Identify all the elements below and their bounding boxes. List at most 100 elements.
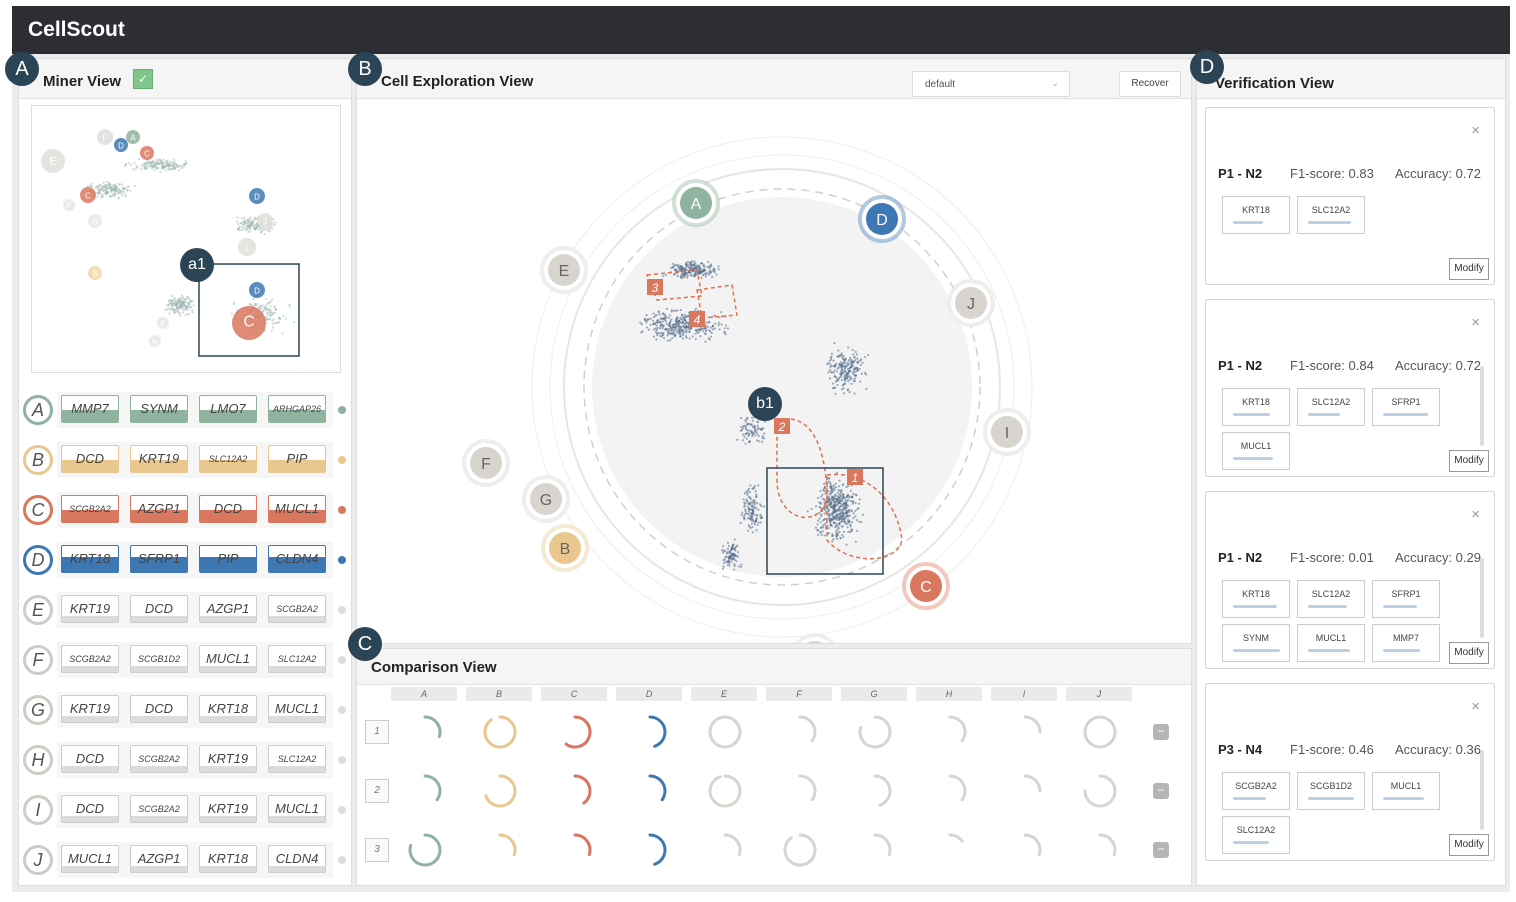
gene-chip[interactable]: SLC12A2: [1297, 388, 1365, 426]
mini-cluster-node[interactable]: H: [149, 335, 161, 347]
gene-chip[interactable]: AZGP1: [130, 845, 188, 873]
gene-chip[interactable]: MMP7: [61, 395, 119, 423]
cluster-label-g[interactable]: G: [23, 695, 53, 725]
gene-chip[interactable]: KRT19: [199, 795, 257, 823]
gene-chip[interactable]: DCD: [130, 595, 188, 623]
gene-chip[interactable]: MUCL1: [268, 795, 326, 823]
region-tag-3[interactable]: 3: [647, 279, 663, 295]
cluster-label-d[interactable]: D: [23, 545, 53, 575]
gene-chip[interactable]: KRT18: [1222, 580, 1290, 618]
mini-cluster-node[interactable]: I: [238, 238, 256, 256]
gene-chip[interactable]: PIP: [268, 445, 326, 473]
cluster-node-c[interactable]: C: [902, 562, 950, 610]
mini-cluster-node[interactable]: B: [88, 266, 102, 280]
gene-chip[interactable]: DCD: [61, 445, 119, 473]
cluster-label-e[interactable]: E: [23, 595, 53, 625]
mini-cluster-node[interactable]: F: [157, 317, 169, 329]
close-icon[interactable]: ×: [1471, 314, 1480, 331]
mini-cluster-node[interactable]: D: [114, 138, 128, 152]
gene-chip[interactable]: KRT18: [1222, 388, 1290, 426]
gene-chip[interactable]: SYNM: [1222, 624, 1290, 662]
gene-chip[interactable]: KRT19: [61, 595, 119, 623]
region-tag-4[interactable]: 4: [689, 311, 705, 327]
gene-chip[interactable]: SFRP1: [1372, 580, 1440, 618]
gene-chip[interactable]: DCD: [61, 795, 119, 823]
gene-chip[interactable]: LMO7: [199, 395, 257, 423]
mini-cluster-node[interactable]: J: [257, 213, 273, 229]
verification-card[interactable]: × P1 - N2 F1-score: 0.84 Accuracy: 0.72 Modi…: [1205, 299, 1495, 477]
cluster-label-b[interactable]: B: [23, 445, 53, 475]
mini-cluster-node[interactable]: A: [126, 130, 140, 144]
gene-chip[interactable]: AZGP1: [130, 495, 188, 523]
mini-cluster-node[interactable]: D: [249, 188, 265, 204]
modify-button[interactable]: Modify: [1449, 642, 1489, 664]
gene-chip[interactable]: DCD: [199, 495, 257, 523]
gene-chip[interactable]: KRT18: [61, 545, 119, 573]
cluster-label-h[interactable]: H: [23, 745, 53, 775]
close-icon[interactable]: ×: [1471, 698, 1480, 715]
cluster-node-a[interactable]: A: [672, 179, 720, 227]
cluster-label-i[interactable]: I: [23, 795, 53, 825]
gene-chip[interactable]: KRT18: [199, 845, 257, 873]
cell-embedding-plot[interactable]: 1234 ABCDEFGHIJ: [357, 100, 1191, 643]
recover-button[interactable]: Recover: [1119, 71, 1181, 97]
gene-chip[interactable]: DCD: [130, 695, 188, 723]
cluster-label-c[interactable]: C: [23, 495, 53, 525]
gene-chip[interactable]: SCGB1D2: [130, 645, 188, 673]
gene-chip[interactable]: SLC12A2: [1297, 580, 1365, 618]
gene-chip[interactable]: SLC12A2: [268, 745, 326, 773]
gene-chip[interactable]: CLDN4: [268, 545, 326, 573]
modify-button[interactable]: Modify: [1449, 834, 1489, 856]
gene-chip[interactable]: MUCL1: [1372, 772, 1440, 810]
cluster-node-b[interactable]: B: [541, 524, 589, 572]
modify-button[interactable]: Modify: [1449, 450, 1489, 472]
verification-card[interactable]: × P1 - N2 F1-score: 0.01 Accuracy: 0.29 Modi…: [1205, 491, 1495, 669]
gene-chip[interactable]: SCGB2A2: [1222, 772, 1290, 810]
mini-cluster-node[interactable]: E: [41, 149, 65, 173]
gene-chip[interactable]: KRT18: [199, 695, 257, 723]
gene-chip[interactable]: CLDN4: [268, 845, 326, 873]
mini-cluster-node[interactable]: C: [232, 306, 266, 340]
gene-chip[interactable]: PIP: [199, 545, 257, 573]
gene-chip[interactable]: MUCL1: [1297, 624, 1365, 662]
cluster-node-d[interactable]: D: [858, 195, 906, 243]
gene-chip[interactable]: MUCL1: [268, 495, 326, 523]
gene-chip[interactable]: SFRP1: [130, 545, 188, 573]
gene-chip[interactable]: SCGB2A2: [130, 795, 188, 823]
gene-chip[interactable]: MMP7: [1372, 624, 1440, 662]
cluster-label-f[interactable]: F: [23, 645, 53, 675]
gene-chip[interactable]: SCGB2A2: [61, 495, 119, 523]
gene-chip[interactable]: KRT19: [130, 445, 188, 473]
mini-cluster-node[interactable]: F: [97, 129, 113, 145]
gene-chip[interactable]: SCGB2A2: [268, 595, 326, 623]
gene-chip[interactable]: KRT18: [1222, 196, 1290, 234]
verification-card[interactable]: × P3 - N4 F1-score: 0.46 Accuracy: 0.36 Modi…: [1205, 683, 1495, 861]
cluster-node-i[interactable]: I: [983, 408, 1031, 456]
gene-chip[interactable]: ARHGAP26: [268, 395, 326, 423]
cluster-node-f[interactable]: F: [462, 439, 510, 487]
cluster-node-j[interactable]: J: [947, 279, 995, 327]
cluster-node-g[interactable]: G: [522, 475, 570, 523]
card-scrollbar[interactable]: [1480, 558, 1484, 638]
gene-chip[interactable]: MUCL1: [199, 645, 257, 673]
gene-chip[interactable]: SFRP1: [1372, 388, 1440, 426]
cluster-label-j[interactable]: J: [23, 845, 53, 875]
gene-chip[interactable]: MUCL1: [268, 695, 326, 723]
mini-cluster-node[interactable]: D: [249, 282, 265, 298]
mini-cluster-node[interactable]: F: [63, 199, 75, 211]
mini-cluster-node[interactable]: G: [88, 214, 102, 228]
miner-overview-map[interactable]: FDACECFGDJIBDCFH: [31, 105, 341, 373]
layout-select[interactable]: default ⌄: [912, 71, 1070, 97]
gene-chip[interactable]: SCGB2A2: [130, 745, 188, 773]
gene-chip[interactable]: KRT19: [61, 695, 119, 723]
gene-chip[interactable]: MUCL1: [1222, 432, 1290, 470]
gene-chip[interactable]: SCGB2A2: [61, 645, 119, 673]
gene-chip[interactable]: SLC12A2: [268, 645, 326, 673]
region-tag-2[interactable]: 2: [774, 418, 790, 434]
modify-button[interactable]: Modify: [1449, 258, 1489, 280]
card-scrollbar[interactable]: [1480, 366, 1484, 446]
cluster-label-a[interactable]: A: [23, 395, 53, 425]
mini-cluster-node[interactable]: C: [80, 187, 96, 203]
gene-chip[interactable]: AZGP1: [199, 595, 257, 623]
gene-chip[interactable]: SLC12A2: [199, 445, 257, 473]
